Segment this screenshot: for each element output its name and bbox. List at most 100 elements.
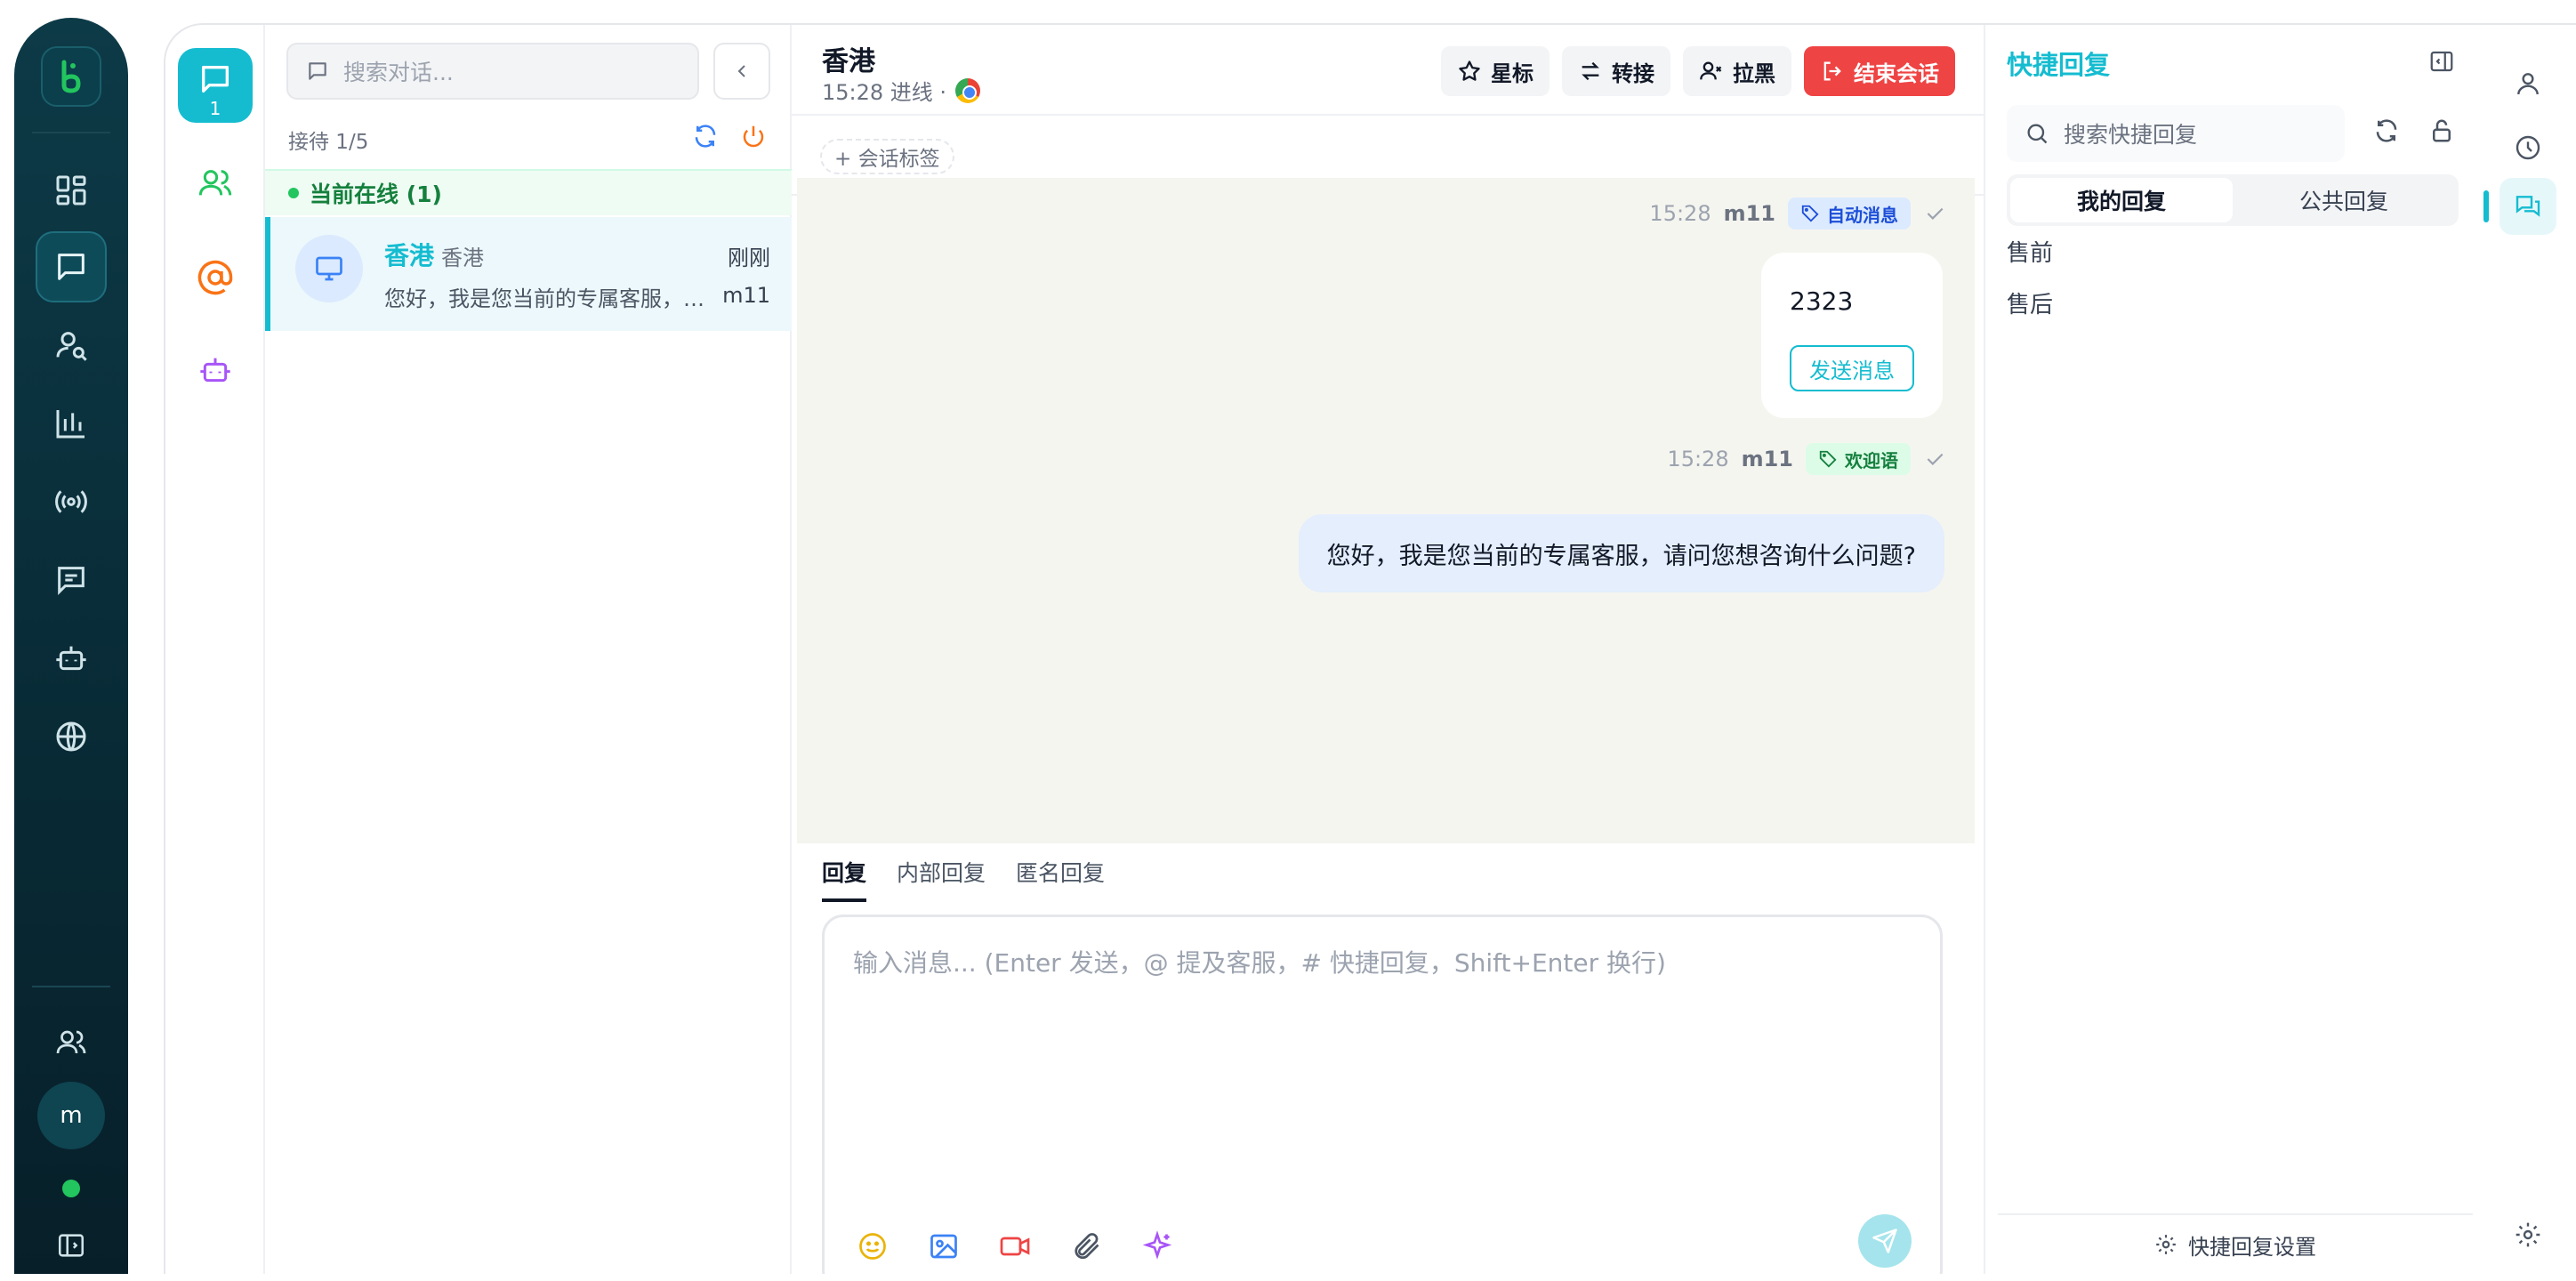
- add-session-tag-button[interactable]: + 会话标签: [820, 139, 954, 174]
- messages-icon: [2516, 196, 2540, 217]
- settings-tab[interactable]: [2500, 1206, 2556, 1263]
- rail-chat[interactable]: [36, 231, 107, 302]
- visitor-info-tab[interactable]: [2500, 55, 2556, 112]
- app-logo[interactable]: [41, 46, 101, 107]
- conversation-search-input[interactable]: 搜索对话...: [286, 43, 699, 100]
- message-composer[interactable]: 输入消息... (Enter 发送，@ 提及客服，# 快捷回复，Shift+En…: [822, 914, 1943, 1274]
- logout-icon: [1823, 61, 1841, 81]
- category-chats[interactable]: 1: [178, 48, 253, 123]
- quick-reply-tab[interactable]: [2500, 178, 2556, 235]
- left-rail: m: [14, 18, 128, 1274]
- power-icon[interactable]: [740, 123, 767, 149]
- quick-reply-category[interactable]: 售后: [2007, 286, 2053, 319]
- robot-icon: [56, 646, 86, 671]
- rail-divider: [32, 986, 110, 987]
- users-icon: [56, 1030, 86, 1054]
- quick-reply-search-input[interactable]: 搜索快捷回复: [2007, 105, 2345, 162]
- online-status-dot: [62, 1180, 80, 1197]
- block-button[interactable]: 拉黑: [1683, 46, 1791, 96]
- ai-sparkle-icon[interactable]: [1141, 1230, 1173, 1262]
- rail-robot[interactable]: [36, 623, 107, 694]
- tag-icon: [1819, 450, 1837, 468]
- sidebar-toggle-icon: [58, 1234, 85, 1257]
- chat-subtitle: 15:28 进线 ·: [822, 75, 981, 106]
- composer-toolbar: [857, 1230, 1173, 1262]
- quick-reply-actions: [2373, 117, 2455, 144]
- rail-web[interactable]: [36, 701, 107, 772]
- rail-broadcast[interactable]: [36, 466, 107, 537]
- unlock-icon[interactable]: [2428, 117, 2455, 144]
- chevron-left-icon: [737, 65, 745, 77]
- clock-icon: [2516, 135, 2540, 160]
- category-robot[interactable]: [178, 333, 253, 407]
- tab-reply[interactable]: 回复: [822, 856, 867, 902]
- conversation-list-panel: 搜索对话... 接待 1/5 当前在线 (1) 香港 香港 刚刚 您好，我是您当…: [265, 25, 792, 1274]
- panel-collapse-icon[interactable]: [2428, 48, 2455, 75]
- quick-reply-settings-button[interactable]: 快捷回复设置: [1998, 1213, 2473, 1274]
- chat-panel: 香港 15:28 进线 · 星标 转接 拉黑 结束会话 + 会话标签 15:28…: [792, 25, 1984, 1274]
- rail-messages[interactable]: [36, 544, 107, 616]
- paperclip-icon[interactable]: [1070, 1230, 1102, 1262]
- tag-icon: [1801, 205, 1819, 222]
- block-label: 拉黑: [1733, 60, 1775, 86]
- send-message-button[interactable]: 发送消息: [1790, 345, 1914, 391]
- active-tab-indicator: [2483, 190, 2489, 222]
- video-icon[interactable]: [999, 1230, 1031, 1262]
- right-tool-column: [2483, 25, 2576, 1274]
- refresh-icon[interactable]: [2373, 117, 2400, 144]
- rail-collapse[interactable]: [36, 1210, 107, 1281]
- chat-entry-time: 15:28 进线 ·: [822, 80, 947, 105]
- history-tab[interactable]: [2500, 119, 2556, 176]
- quick-reply-tabs: 我的回复 公共回复: [2007, 174, 2459, 226]
- globe-icon: [56, 721, 86, 752]
- message-content: 您好，我是您当前的专属客服，请问您想咨询什么问题?: [1326, 542, 1916, 570]
- online-section-header[interactable]: 当前在线 (1): [265, 169, 792, 215]
- star-button[interactable]: 星标: [1441, 46, 1550, 96]
- category-mentions[interactable]: [178, 240, 253, 315]
- conversation-time: 刚刚: [728, 246, 770, 270]
- conversation-agent: m11: [722, 283, 770, 308]
- quick-reply-settings-label: 快捷回复设置: [2188, 1234, 2316, 1260]
- bar-chart-icon: [56, 410, 85, 439]
- transfer-button[interactable]: 转接: [1562, 46, 1670, 96]
- dashboard-icon: [56, 175, 86, 205]
- tab-my-replies[interactable]: 我的回复: [2010, 178, 2233, 222]
- chat-bubble-icon: [202, 66, 229, 93]
- message-list: 15:28 m11 自动消息 2323 发送消息 15:28 m11 欢迎语 您…: [797, 178, 1975, 1005]
- transfer-label: 转接: [1612, 60, 1654, 86]
- rail-team[interactable]: [36, 1007, 107, 1078]
- quick-reply-category[interactable]: 售前: [2007, 235, 2053, 268]
- online-section-label: 当前在线 (1): [310, 181, 442, 207]
- transfer-icon: [1582, 61, 1599, 81]
- tab-public-replies[interactable]: 公共回复: [2233, 178, 2455, 222]
- end-session-button[interactable]: 结束会话: [1804, 46, 1955, 96]
- rail-dashboard[interactable]: [36, 155, 107, 226]
- robot-icon: [200, 358, 230, 383]
- refresh-icon[interactable]: [692, 123, 719, 149]
- image-icon[interactable]: [928, 1230, 960, 1262]
- conversation-item[interactable]: 香港 香港 刚刚 您好，我是您当前的专属客服，请... m11: [265, 217, 792, 331]
- quick-reply-panel: 快捷回复 搜索快捷回复 我的回复 公共回复 售前 售后 快捷回复设置: [1984, 25, 2483, 1274]
- chat-title: 香港: [822, 46, 875, 77]
- message-agent: m11: [1723, 201, 1775, 226]
- queue-status: 接待 1/5: [288, 131, 369, 154]
- rail-visitor-search[interactable]: [36, 310, 107, 381]
- check-icon: [1927, 207, 1944, 220]
- send-button[interactable]: [1858, 1214, 1912, 1268]
- search-placeholder: 搜索对话...: [343, 60, 454, 85]
- reply-mode-tabs: 回复 内部回复 匿名回复: [822, 856, 1105, 902]
- star-icon: [1459, 60, 1480, 81]
- chat-count-badge: 1: [209, 98, 221, 119]
- at-sign-icon: [197, 260, 233, 295]
- tab-anonymous-reply[interactable]: 匿名回复: [1016, 856, 1105, 902]
- gear-icon: [2156, 1235, 2176, 1254]
- tab-internal-reply[interactable]: 内部回复: [897, 856, 986, 902]
- category-visitors[interactable]: [178, 146, 253, 221]
- collapse-list-button[interactable]: [713, 43, 770, 100]
- emoji-icon[interactable]: [857, 1230, 889, 1262]
- user-avatar[interactable]: m: [37, 1082, 105, 1149]
- chat-icon: [58, 254, 85, 280]
- conversation-preview: 您好，我是您当前的专属客服，请...: [384, 286, 722, 311]
- rail-stats[interactable]: [36, 388, 107, 459]
- message-time: 15:28: [1667, 447, 1729, 471]
